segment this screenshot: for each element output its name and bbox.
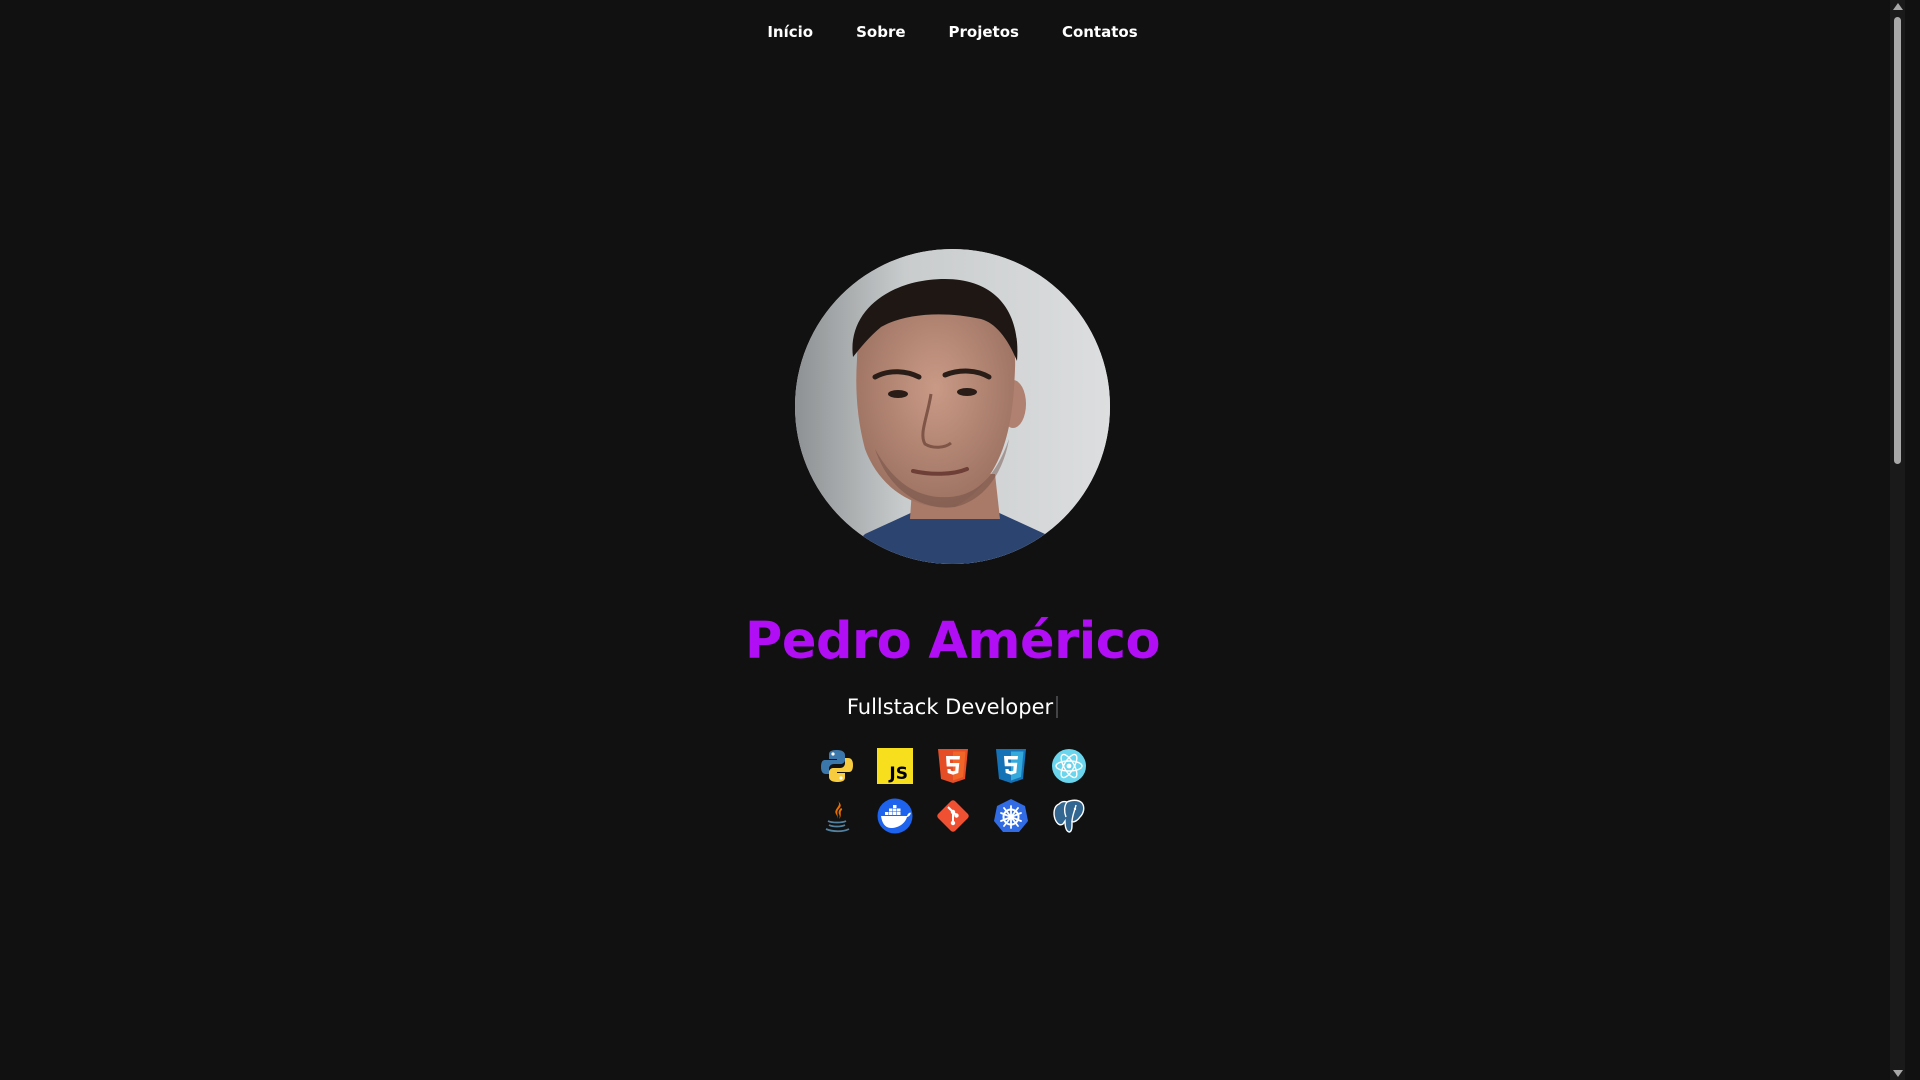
scroll-down-arrow-icon[interactable] xyxy=(1893,1070,1903,1077)
top-navigation: Início Sobre Projetos Contatos xyxy=(0,0,1905,64)
nav-link-sobre[interactable]: Sobre xyxy=(856,23,905,41)
vertical-scrollbar[interactable] xyxy=(1890,0,1905,1080)
hero-section: Pedro Américo Fullstack Developer JS xyxy=(0,249,1905,835)
typing-caret xyxy=(1056,696,1059,718)
java-icon xyxy=(818,797,856,835)
css3-icon xyxy=(992,747,1030,785)
scrollbar-thumb[interactable] xyxy=(1894,17,1901,464)
profile-name: Pedro Américo xyxy=(744,612,1161,671)
role-line: Fullstack Developer xyxy=(846,695,1059,719)
html5-icon xyxy=(934,747,972,785)
svg-text:JS: JS xyxy=(888,764,908,784)
profile-photo xyxy=(795,249,1110,564)
postgresql-icon xyxy=(1050,797,1088,835)
python-icon xyxy=(818,747,856,785)
javascript-icon: JS xyxy=(876,747,914,785)
profile-role: Fullstack Developer xyxy=(846,695,1054,719)
nav-link-projetos[interactable]: Projetos xyxy=(949,23,1019,41)
skills-grid: JS xyxy=(818,747,1088,835)
kubernetes-icon xyxy=(992,797,1030,835)
nav-link-inicio[interactable]: Início xyxy=(767,23,813,41)
react-icon xyxy=(1050,747,1088,785)
nav-link-contatos[interactable]: Contatos xyxy=(1062,23,1138,41)
docker-icon xyxy=(876,797,914,835)
page: Início Sobre Projetos Contatos Pedro Amé… xyxy=(0,0,1905,1080)
git-icon xyxy=(934,797,972,835)
scroll-up-arrow-icon[interactable] xyxy=(1893,3,1903,10)
